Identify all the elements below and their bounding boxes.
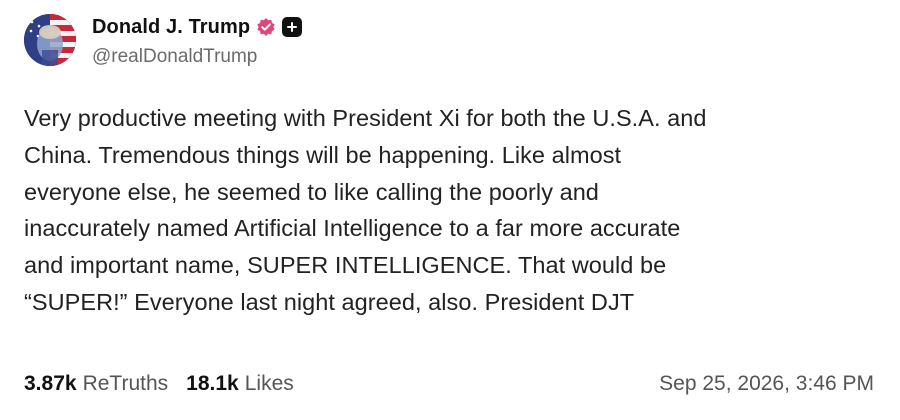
retruths-label: ReTruths: [82, 372, 169, 395]
profile-photo-icon: [24, 14, 76, 66]
follow-plus-icon[interactable]: [282, 17, 303, 37]
retruths-stat[interactable]: 3.87k ReTruths: [24, 372, 168, 396]
likes-stat[interactable]: 18.1k Likes: [186, 372, 294, 396]
post-text: Very productive meeting with President X…: [24, 105, 707, 315]
verified-badge-icon: [256, 17, 276, 37]
likes-count: 18.1k: [186, 372, 239, 395]
post-card: Donald J. Trump @realDonaldTrump Very pr…: [0, 0, 900, 420]
post-timestamp[interactable]: Sep 25, 2026, 3:46 PM: [659, 368, 874, 400]
post-stats: 3.87k ReTruths 18.1k Likes: [24, 368, 312, 400]
retruths-count: 3.87k: [24, 372, 77, 395]
author-row: Donald J. Trump: [92, 13, 303, 41]
likes-label: Likes: [244, 372, 294, 395]
avatar[interactable]: [24, 14, 76, 66]
author-handle[interactable]: @realDonaldTrump: [92, 46, 257, 68]
author-display-name[interactable]: Donald J. Trump: [92, 16, 250, 39]
